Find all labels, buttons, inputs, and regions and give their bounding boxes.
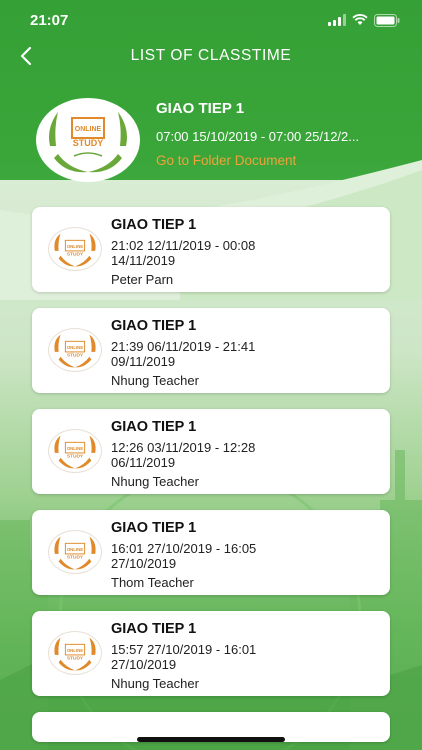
svg-text:ONLINE: ONLINE: [67, 547, 83, 552]
class-title: GIAO TIEP 1: [111, 318, 197, 334]
signal-icon: [328, 14, 346, 26]
class-time: 16:01 27/10/2019 - 16:05 27/10/2019: [111, 541, 257, 571]
wifi-icon: [352, 14, 368, 25]
class-title: GIAO TIEP 1: [111, 217, 197, 233]
page-title: LIST OF CLASSTIME: [130, 47, 292, 64]
class-logo-icon: ONLINE STUDY: [48, 631, 102, 675]
class-teacher: Nhung Teacher: [111, 373, 199, 388]
list-item[interactable]: ONLINE STUDY GIAO TIEP 1 15:57 27/10/2019…: [32, 611, 390, 696]
svg-text:ONLINE: ONLINE: [67, 345, 83, 350]
svg-text:STUDY: STUDY: [67, 353, 84, 359]
list-item[interactable]: ONLINE STUDY GIAO TIEP 1 21:39 06/11/2019…: [32, 308, 390, 393]
svg-text:STUDY: STUDY: [67, 555, 84, 561]
battery-icon: [374, 13, 400, 27]
svg-text:ONLINE: ONLINE: [67, 648, 83, 653]
course-time-range: 07:00 15/10/2019 - 07:00 25/12/2...: [156, 129, 360, 144]
back-button[interactable]: [12, 42, 40, 70]
navigation-bar: LIST OF CLASSTIME: [0, 38, 422, 74]
list-item[interactable]: ONLINE STUDY GIAO TIEP 1 16:01 27/10/2019…: [32, 510, 390, 595]
class-logo-icon: ONLINE STUDY: [48, 328, 102, 372]
svg-text:STUDY: STUDY: [73, 138, 104, 148]
class-time: 21:02 12/11/2019 - 00:08 14/11/2019: [111, 238, 256, 268]
class-title: GIAO TIEP 1: [111, 621, 197, 637]
class-logo-icon: ONLINE STUDY: [48, 530, 102, 574]
class-title: GIAO TIEP 1: [111, 520, 197, 536]
class-time: 21:39 06/11/2019 - 21:41 09/11/2019: [111, 339, 256, 369]
svg-text:ONLINE: ONLINE: [67, 446, 83, 451]
list-item[interactable]: ONLINE STUDY GIAO TIEP 1 12:26 03/11/2019…: [32, 409, 390, 494]
class-logo-icon: ONLINE STUDY: [48, 429, 102, 473]
class-teacher: Nhung Teacher: [111, 676, 199, 691]
class-teacher: Peter Parn: [111, 272, 174, 287]
course-title: GIAO TIEP 1: [156, 100, 245, 117]
svg-text:STUDY: STUDY: [67, 656, 84, 662]
classtime-list: ONLINE STUDY GIAO TIEP 1 21:02 12/11/2019…: [32, 207, 390, 742]
svg-text:ONLINE: ONLINE: [67, 244, 83, 249]
course-logo: ONLINE STUDY: [36, 98, 140, 182]
course-header: ONLINE STUDY GIAO TIEP 1 07:00 15/10/201…: [0, 98, 422, 188]
folder-document-link[interactable]: Go to Folder Document: [156, 153, 406, 168]
home-indicator[interactable]: [137, 737, 285, 742]
course-info: GIAO TIEP 1 07:00 15/10/2019 - 07:00 25/…: [156, 100, 406, 168]
svg-text:STUDY: STUDY: [67, 454, 84, 460]
list-item[interactable]: ONLINE STUDY GIAO TIEP 1 21:02 12/11/2019…: [32, 207, 390, 292]
class-logo-icon: ONLINE STUDY: [48, 227, 102, 271]
status-bar: 21:07: [0, 0, 422, 40]
online-study-logo-icon: ONLINE STUDY: [38, 100, 138, 180]
svg-text:ONLINE: ONLINE: [75, 126, 102, 133]
class-time: 12:26 03/11/2019 - 12:28 06/11/2019: [111, 440, 256, 470]
class-time: 15:57 27/10/2019 - 16:01 27/10/2019: [111, 642, 257, 672]
status-icons: [328, 13, 400, 27]
class-teacher: Nhung Teacher: [111, 474, 199, 489]
svg-text:STUDY: STUDY: [67, 252, 84, 258]
class-teacher: Thom Teacher: [111, 575, 194, 590]
class-title: GIAO TIEP 1: [111, 419, 197, 435]
status-time: 21:07: [30, 11, 69, 29]
chevron-left-icon: [20, 46, 32, 66]
